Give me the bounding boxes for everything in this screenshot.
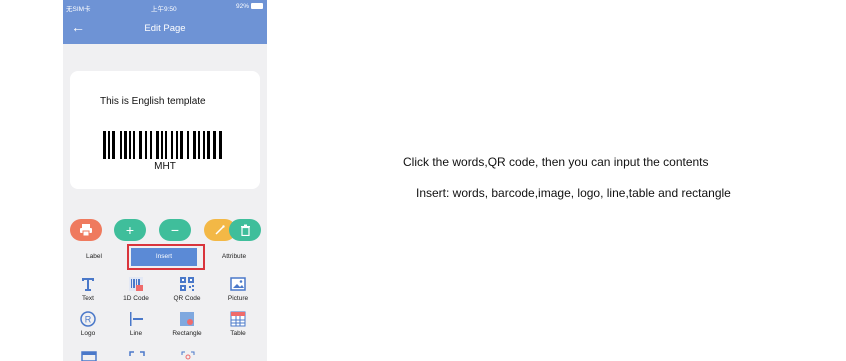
time-text: 上午9:50 (151, 6, 177, 13)
trash-icon (240, 224, 250, 237)
table-icon (230, 311, 246, 327)
insert-line[interactable]: Line (111, 311, 161, 337)
insert-table-label: Table (230, 330, 246, 337)
insert-logo[interactable]: R Logo (63, 311, 113, 337)
insert-table[interactable]: Table (213, 311, 263, 337)
print-button[interactable] (70, 219, 102, 241)
barcode-caption[interactable]: MHT (70, 161, 260, 172)
tab-label[interactable]: Label (63, 248, 125, 266)
qr-code-icon (180, 277, 194, 291)
insert-text[interactable]: Text (63, 276, 113, 302)
remove-button[interactable]: − (159, 219, 191, 241)
magic-wand-icon (215, 225, 225, 235)
phone-screen: 无SIM卡 上午9:50 92% ← Edit Page This is Eng… (63, 0, 267, 361)
insert-tab-highlight (127, 244, 205, 270)
insert-logo-label: Logo (80, 330, 96, 337)
status-bar: 无SIM卡 上午9:50 92% (63, 0, 267, 14)
insert-text-label: Text (82, 295, 94, 302)
battery-indicator: 92% (236, 3, 263, 10)
calendar-icon[interactable] (81, 350, 97, 361)
svg-text:R: R (85, 315, 92, 325)
carrier-text: 无SIM卡 (66, 6, 91, 13)
delete-button[interactable] (229, 219, 261, 241)
rectangle-icon (180, 312, 194, 326)
template-text[interactable]: This is English template (100, 96, 206, 107)
battery-text: 92% (235, 3, 249, 10)
battery-icon (251, 3, 263, 9)
picture-icon (230, 277, 246, 291)
insert-qr-code[interactable]: QR Code (162, 276, 212, 302)
add-button[interactable]: + (114, 219, 146, 241)
line-icon (130, 312, 143, 326)
insert-picture-label: Picture (227, 295, 249, 302)
page-title: Edit Page (144, 23, 186, 34)
scan-icon[interactable] (180, 350, 196, 361)
registered-logo-icon: R (80, 311, 96, 327)
printer-icon (80, 224, 92, 237)
instruction-note-1: Click the words,QR code, then you can in… (403, 155, 709, 169)
insert-1d-code-label: 1D Code (123, 295, 149, 302)
frame-icon[interactable] (129, 350, 145, 361)
barcode-icon (129, 277, 143, 291)
minus-icon: − (170, 222, 180, 238)
insert-qr-code-label: QR Code (173, 295, 201, 302)
insert-rectangle[interactable]: Rectangle (162, 311, 212, 337)
label-canvas[interactable]: This is English template MHT (70, 71, 260, 189)
insert-line-label: Line (129, 330, 143, 337)
nav-bar: ← Edit Page (63, 14, 267, 44)
plus-icon: + (125, 222, 135, 238)
instruction-note-2: Insert: words, barcode,image, logo, line… (416, 186, 731, 200)
barcode-icon[interactable] (103, 131, 223, 159)
insert-picture[interactable]: Picture (213, 276, 263, 302)
text-icon (82, 278, 94, 291)
insert-rectangle-label: Rectangle (172, 330, 202, 337)
tab-attribute[interactable]: Attribute (201, 248, 267, 266)
insert-1d-code[interactable]: 1D Code (111, 276, 161, 302)
